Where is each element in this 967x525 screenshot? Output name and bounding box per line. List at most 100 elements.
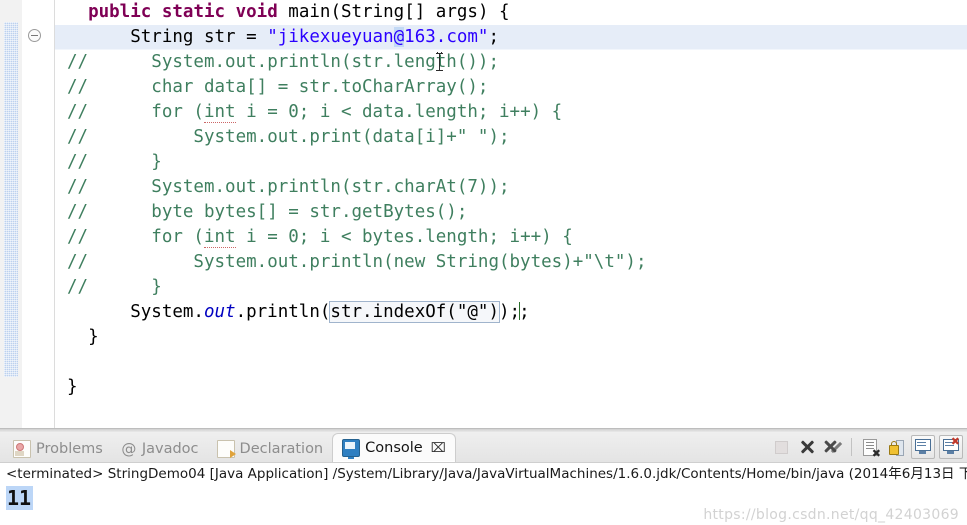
tab-console[interactable]: Console ⌧ [332, 433, 456, 462]
open-console-button[interactable]: ✖ [939, 435, 963, 459]
code-line[interactable]: // char data[] = str.toCharArray(); [55, 75, 967, 100]
code-token: 163.com" [404, 27, 489, 47]
code-line[interactable] [55, 350, 967, 375]
code-token: // [67, 177, 89, 197]
code-line[interactable]: } [55, 375, 967, 400]
code-token: // [67, 277, 89, 297]
code-line[interactable]: // byte bytes[] = str.getBytes(); [55, 200, 967, 225]
tab-problems[interactable]: Problems [4, 436, 112, 462]
code-token: // [67, 152, 89, 172]
tab-label: Problems [36, 441, 103, 457]
code-token: "jikexueyuan [267, 27, 394, 47]
code-token: static [161, 2, 226, 22]
code-editor[interactable]: public static void main(String[] args) {… [0, 0, 967, 428]
console-output-value: 11 [6, 486, 34, 510]
watermark-text: https://blog.csdn.net/qq_42403069 [703, 507, 959, 523]
code-token: .println( [235, 302, 331, 322]
remove-launch-button[interactable] [796, 436, 818, 458]
display-console-icon [915, 439, 931, 454]
code-token: int [203, 227, 236, 248]
code-token: String str = [67, 27, 268, 47]
tab-javadoc[interactable]: @ Javadoc [112, 436, 208, 462]
tab-label: Declaration [239, 441, 324, 457]
code-token: @ [393, 27, 405, 47]
code-token: System.out.println(str.length()); [88, 52, 499, 72]
collapse-fold-icon[interactable] [28, 29, 41, 42]
javadoc-icon: @ [121, 440, 137, 458]
code-line[interactable]: // System.out.println(str.charAt(7)); [55, 175, 967, 200]
code-line[interactable]: // System.out.println(str.length()); [55, 50, 967, 75]
code-line[interactable]: System.out.println(str.indexOf("@"));; [55, 300, 967, 325]
code-token: // [67, 77, 89, 97]
code-line[interactable]: } [55, 325, 967, 350]
code-token: for ( [88, 102, 204, 122]
tab-label: Console [365, 440, 423, 456]
declaration-icon [216, 440, 236, 458]
code-token: System.out.println(str.charAt(7)); [88, 177, 510, 197]
remove-all-terminated-button[interactable] [822, 436, 844, 458]
remove-all-x-icon [824, 439, 843, 455]
code-token: main(String[] args) { [277, 2, 510, 22]
view-tab-bar: Problems @ Javadoc Declaration Console ⌧ ✖ ✖ [0, 432, 967, 463]
pin-console-button[interactable] [911, 435, 935, 459]
code-token: // [67, 227, 89, 247]
code-token: System. [67, 302, 204, 322]
code-token: // [67, 127, 89, 147]
scroll-lock-icon [888, 439, 904, 456]
code-line[interactable]: String str = "jikexueyuan@163.com"; [55, 25, 967, 50]
code-token: } [88, 152, 162, 172]
code-token: // [67, 202, 89, 222]
console-launch-header: <terminated> StringDemo04 [Java Applicat… [6, 466, 967, 482]
stop-square-icon [775, 441, 788, 454]
scroll-lock-button[interactable] [885, 436, 907, 458]
code-line[interactable]: // System.out.print(data[i]+" "); [55, 125, 967, 150]
code-token: i = 0; i < data.length; i++) { [235, 102, 563, 122]
code-token: public [88, 2, 152, 22]
code-token: char data[] = str.toCharArray(); [88, 77, 489, 97]
editor-fold-gutter[interactable] [22, 0, 55, 428]
close-icon[interactable]: ⌧ [431, 441, 446, 456]
overview-ruler-thumb[interactable] [4, 22, 18, 377]
code-token: } [88, 277, 162, 297]
code-token: ; [519, 302, 530, 322]
terminate-button [770, 436, 792, 458]
code-token: for ( [88, 227, 204, 247]
code-token: } [67, 377, 78, 397]
bottom-view-panel: Problems @ Javadoc Declaration Console ⌧ ✖ ✖ <… [0, 432, 967, 525]
clear-console-button[interactable]: ✖ [859, 436, 881, 459]
toolbar-separator [851, 438, 852, 456]
editor-overview-ruler[interactable] [0, 0, 23, 428]
code-text-area[interactable]: public static void main(String[] args) {… [55, 0, 967, 428]
eclipse-ide-window: public static void main(String[] args) {… [0, 0, 967, 525]
code-token: System.out.print(data[i]+" "); [88, 127, 510, 147]
code-token: System.out.println(new String(bytes)+"\t… [88, 252, 647, 272]
clear-console-icon: ✖ [863, 439, 881, 459]
code-token: void [235, 2, 278, 22]
tab-declaration[interactable]: Declaration [208, 436, 333, 462]
code-line[interactable]: // System.out.println(new String(bytes)+… [55, 250, 967, 275]
code-line[interactable]: // for (int i = 0; i < bytes.length; i++… [55, 225, 967, 250]
code-token: } [67, 327, 99, 347]
code-token: ); [498, 302, 521, 322]
code-token: ; [488, 27, 500, 47]
code-line[interactable]: // for (int i = 0; i < data.length; i++)… [55, 100, 967, 125]
code-token: byte bytes[] = str.getBytes(); [88, 202, 468, 222]
code-token: // [67, 52, 89, 72]
code-token: int [203, 102, 236, 123]
code-token: // [67, 102, 89, 122]
open-console-icon: ✖ [943, 436, 960, 454]
problems-icon [13, 440, 31, 458]
code-token: out [203, 302, 236, 322]
console-icon [342, 439, 361, 459]
code-line[interactable]: // } [55, 150, 967, 175]
console-output-area[interactable]: <terminated> StringDemo04 [Java Applicat… [0, 463, 967, 525]
code-line[interactable]: // } [55, 275, 967, 300]
code-token: str.indexOf("@") [329, 301, 500, 323]
remove-x-icon [799, 439, 815, 455]
code-token: i = 0; i < bytes.length; i++) { [235, 227, 573, 247]
code-line[interactable]: public static void main(String[] args) { [55, 0, 967, 25]
code-token: // [67, 252, 89, 272]
